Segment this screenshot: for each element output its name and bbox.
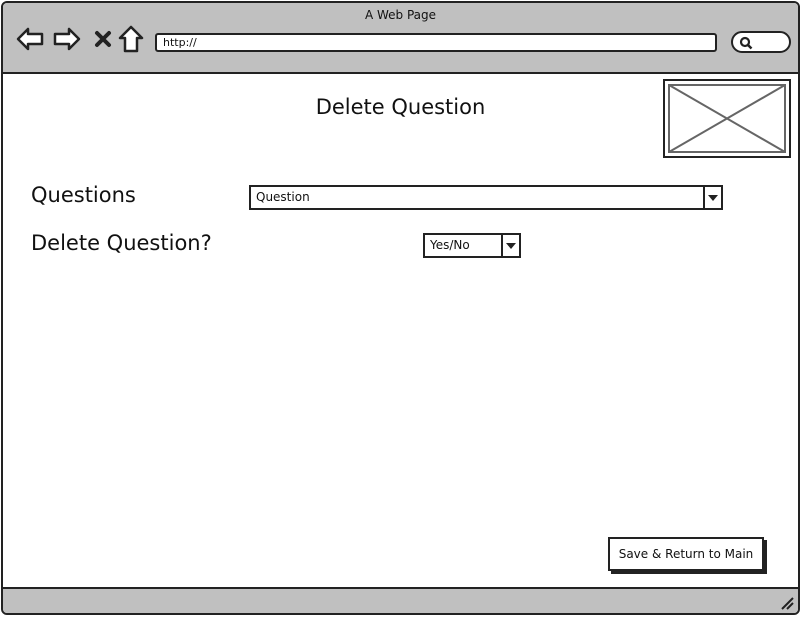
delete-confirm-value: Yes/No: [430, 238, 470, 252]
questions-label: Questions: [31, 183, 136, 207]
image-placeholder: [663, 79, 791, 158]
url-bar[interactable]: http://: [155, 33, 717, 52]
search-box[interactable]: [731, 31, 791, 53]
window-title: A Web Page: [364, 8, 437, 22]
close-icon[interactable]: [89, 25, 117, 53]
url-text: http://: [163, 36, 197, 49]
chevron-down-icon[interactable]: [703, 187, 721, 208]
search-icon: [739, 36, 753, 50]
save-return-button[interactable]: Save & Return to Main: [608, 537, 764, 571]
questions-select[interactable]: Question: [249, 185, 723, 210]
resize-grip-icon[interactable]: [780, 596, 794, 610]
delete-confirm-select[interactable]: Yes/No: [423, 233, 521, 258]
status-bar: [3, 587, 798, 613]
forward-arrow-icon[interactable]: [53, 25, 81, 53]
browser-window: A Web Page http:// Delete Question Quest…: [1, 1, 800, 615]
browser-titlebar: A Web Page http://: [3, 3, 798, 74]
questions-select-value: Question: [256, 190, 310, 204]
delete-question-label: Delete Question?: [31, 231, 212, 255]
home-icon[interactable]: [117, 25, 145, 53]
chevron-down-icon[interactable]: [501, 235, 519, 256]
back-arrow-icon[interactable]: [16, 25, 44, 53]
